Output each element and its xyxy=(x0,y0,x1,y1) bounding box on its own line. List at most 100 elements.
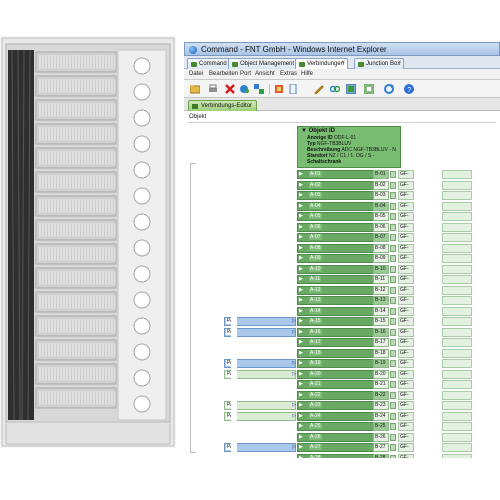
port-a-cell[interactable]: ▶ A-27 xyxy=(297,443,379,452)
menu-datei[interactable]: Datei xyxy=(189,71,203,77)
port-b-label[interactable]: B-14 xyxy=(373,306,389,316)
expand-arrow-icon[interactable]: ▶ xyxy=(299,444,303,450)
menu-port[interactable]: Port xyxy=(240,71,251,77)
expand-arrow-icon[interactable]: ▶ xyxy=(299,213,303,219)
expand-arrow-icon[interactable]: ▶ xyxy=(299,171,303,177)
port-b-label[interactable]: B-04 xyxy=(373,201,389,211)
expand-arrow-icon[interactable]: ▶ xyxy=(299,329,303,335)
port-a-cell[interactable]: ▶ A-01 xyxy=(297,170,379,179)
port-a-cell[interactable]: ▶ A-02 xyxy=(297,180,379,190)
port-b-label[interactable]: B-23 xyxy=(373,401,389,410)
gf-label[interactable]: GF- xyxy=(398,443,414,452)
expand-arrow-icon[interactable]: ▶ xyxy=(299,255,303,261)
port-a-cell[interactable]: ▶ A-07 xyxy=(297,233,379,242)
expand-arrow-icon[interactable]: ▶ xyxy=(299,392,303,398)
layout-icon[interactable] xyxy=(364,84,374,94)
close-icon[interactable]: × xyxy=(398,60,402,66)
expand-arrow-icon[interactable]: ▶ xyxy=(299,402,303,408)
menu-ansicht[interactable]: Ansicht xyxy=(255,71,275,77)
edit-icon[interactable] xyxy=(314,84,324,94)
menu-hilfe[interactable]: Hilfe xyxy=(301,71,313,77)
gf-label[interactable]: GF- xyxy=(398,180,414,190)
port-a-cell[interactable]: ▶ A-06 xyxy=(297,222,379,232)
port-a-cell[interactable]: ▶ A-05 xyxy=(297,212,379,221)
port-b-label[interactable]: B-09 xyxy=(373,254,389,263)
gf-label[interactable]: GF- xyxy=(398,191,414,200)
port-b-label[interactable]: B-22 xyxy=(373,390,389,400)
network-icon[interactable] xyxy=(254,84,264,94)
gf-label[interactable]: GF- xyxy=(398,296,414,305)
gf-label[interactable]: GF- xyxy=(398,201,414,211)
print-icon[interactable] xyxy=(208,84,218,94)
port-b-label[interactable]: B-08 xyxy=(373,243,389,253)
port-b-label[interactable]: B-16 xyxy=(373,327,389,337)
port-b-label[interactable]: B-11 xyxy=(373,275,389,284)
port-b-label[interactable]: B-18 xyxy=(373,348,389,358)
expand-arrow-icon[interactable]: ▶ xyxy=(299,413,303,419)
expand-arrow-icon[interactable]: ▶ xyxy=(299,266,303,272)
port-a-cell[interactable]: ▶ A-28 xyxy=(297,453,379,459)
gf-label[interactable]: GF- xyxy=(398,243,414,253)
expand-arrow-icon[interactable]: ▶ xyxy=(299,224,303,230)
expand-arrow-icon[interactable]: ▶ xyxy=(299,276,303,282)
gf-label[interactable]: GF- xyxy=(398,170,414,179)
tab-junction-box[interactable]: Junction Box × xyxy=(354,58,405,69)
gf-label[interactable]: GF- xyxy=(398,233,414,242)
expand-arrow-icon[interactable]: ▶ xyxy=(299,192,303,198)
port-b-label[interactable]: B-27 xyxy=(373,443,389,452)
port-b-label[interactable]: B-26 xyxy=(373,432,389,442)
gf-label[interactable]: GF- xyxy=(398,317,414,326)
port-b-label[interactable]: B-01 xyxy=(373,170,389,179)
port-b-label[interactable]: B-07 xyxy=(373,233,389,242)
verbindungs-editor-tab[interactable]: Verbindungs-Editor xyxy=(188,100,258,111)
gf-label[interactable]: GF- xyxy=(398,348,414,358)
delete-icon[interactable] xyxy=(225,84,235,94)
port-b-label[interactable]: B-06 xyxy=(373,222,389,232)
expand-arrow-icon[interactable]: ▶ xyxy=(299,339,303,345)
expand-arrow-icon[interactable]: ▶ xyxy=(299,455,303,459)
port-a-cell[interactable]: ▶ A-19 xyxy=(297,359,379,368)
port-a-cell[interactable]: ▶ A-03 xyxy=(297,191,379,200)
patch-link[interactable]: PA▷ xyxy=(224,327,296,337)
port-a-cell[interactable]: ▶ A-13 xyxy=(297,296,379,305)
folder-icon[interactable] xyxy=(190,84,200,94)
connect-icon[interactable] xyxy=(240,84,250,94)
expand-arrow-icon[interactable]: ▶ xyxy=(299,287,303,293)
help-icon[interactable]: ? xyxy=(404,84,414,94)
expand-arrow-icon[interactable]: ▶ xyxy=(299,318,303,324)
layout-icon[interactable] xyxy=(346,84,356,94)
port-a-cell[interactable]: ▶ A-18 xyxy=(297,348,379,358)
port-a-cell[interactable]: ▶ A-10 xyxy=(297,264,379,274)
port-a-cell[interactable]: ▶ A-25 xyxy=(297,422,379,431)
patch-link[interactable]: PA▷ xyxy=(224,317,296,326)
port-a-cell[interactable]: ▶ A-04 xyxy=(297,201,379,211)
expand-arrow-icon[interactable]: ▶ xyxy=(299,381,303,387)
expand-arrow-icon[interactable]: ▶ xyxy=(299,308,303,314)
expand-arrow-icon[interactable]: ▶ xyxy=(299,434,303,440)
menu-bearbeiten[interactable]: Bearbeiten xyxy=(209,71,238,77)
expand-arrow-icon[interactable]: ▶ xyxy=(299,360,303,366)
port-a-cell[interactable]: ▶ A-11 xyxy=(297,275,379,284)
port-b-label[interactable]: B-10 xyxy=(373,264,389,274)
gf-label[interactable]: GF- xyxy=(398,432,414,442)
port-a-cell[interactable]: ▶ A-24 xyxy=(297,411,379,421)
port-b-label[interactable]: B-03 xyxy=(373,191,389,200)
export-icon[interactable] xyxy=(274,84,284,94)
patch-link[interactable]: PA▷ xyxy=(224,401,296,410)
gf-label[interactable]: GF- xyxy=(398,327,414,337)
port-a-cell[interactable]: ▶ A-15 xyxy=(297,317,379,326)
port-b-label[interactable]: B-02 xyxy=(373,180,389,190)
expand-arrow-icon[interactable]: ▶ xyxy=(299,350,303,356)
port-a-cell[interactable]: ▶ A-20 xyxy=(297,369,379,379)
gf-label[interactable]: GF- xyxy=(398,401,414,410)
tab-object-management[interactable]: Object Management xyxy=(228,58,299,69)
gf-label[interactable]: GF- xyxy=(398,369,414,379)
gf-label[interactable]: GF- xyxy=(398,222,414,232)
close-icon[interactable]: × xyxy=(342,60,346,66)
port-b-label[interactable]: B-12 xyxy=(373,285,389,295)
document-icon[interactable] xyxy=(288,84,298,94)
gf-label[interactable]: GF- xyxy=(398,254,414,263)
patch-link[interactable]: PA▷ xyxy=(224,443,296,452)
expand-arrow-icon[interactable]: ▶ xyxy=(299,182,303,188)
port-a-cell[interactable]: ▶ A-16 xyxy=(297,327,379,337)
